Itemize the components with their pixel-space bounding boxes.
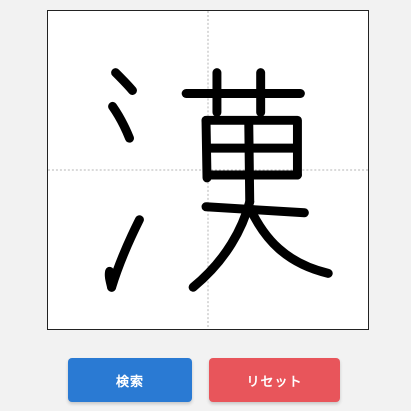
stroke-radical-dot-2 <box>108 101 134 143</box>
handwritten-strokes <box>104 68 333 292</box>
reset-button[interactable]: リセット <box>209 358 340 402</box>
stroke-box-center-vertical <box>244 116 255 207</box>
drawing-canvas[interactable] <box>47 10 369 330</box>
handwriting-search-app: 検索 リセット <box>0 0 411 411</box>
drawing-surface[interactable] <box>48 11 368 329</box>
stroke-right-sweep <box>245 203 333 278</box>
stroke-radical-rise <box>107 215 144 292</box>
stroke-left-sweep <box>188 197 255 292</box>
stroke-radical-dot-1 <box>111 68 137 95</box>
stroke-radical-tick <box>104 266 117 292</box>
search-button[interactable]: 検索 <box>68 358 192 402</box>
